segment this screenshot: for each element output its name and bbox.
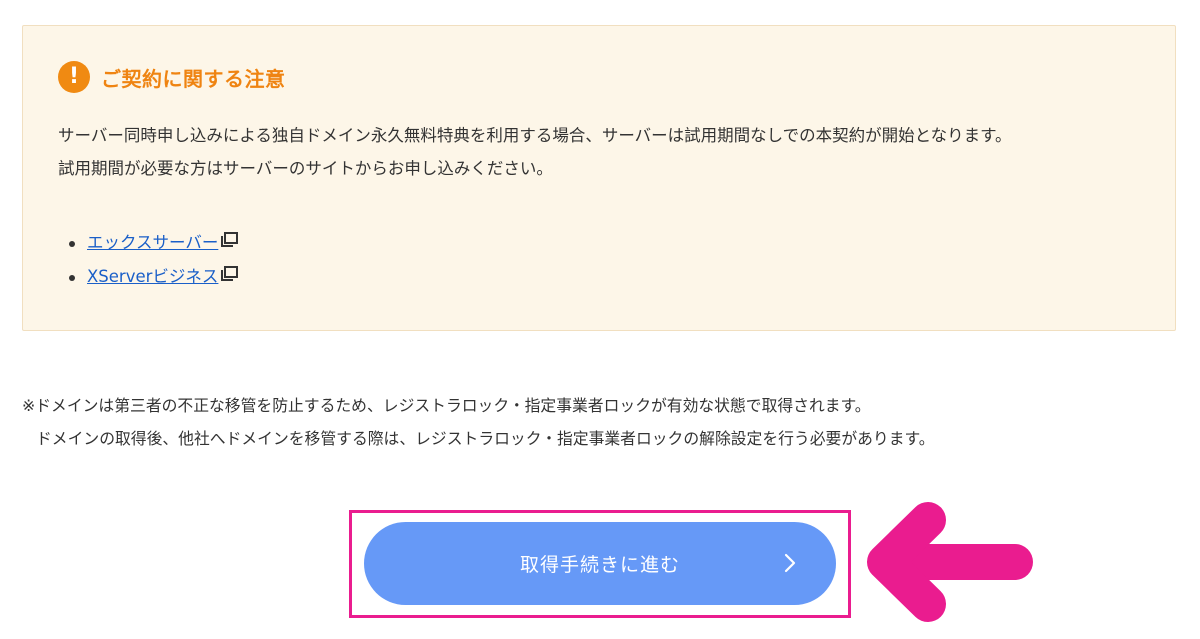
note-line-2: ドメインの取得後、他社へドメインを移管する際は、レジストラロック・指定事業者ロッ… xyxy=(36,429,935,448)
exclamation-icon: ! xyxy=(58,61,90,93)
notice-paragraph-2: 試用期間が必要な方はサーバーのサイトからお申し込みください。 xyxy=(58,159,553,178)
notice-paragraph-1: サーバー同時申し込みによる独自ドメイン永久無料特典を利用する場合、サーバーは試用… xyxy=(58,126,1012,145)
xserver-business-link[interactable]: XServerビジネス xyxy=(87,267,218,286)
notice-body: サーバー同時申し込みによる独自ドメイン永久無料特典を利用する場合、サーバーは試用… xyxy=(58,119,1143,185)
chevron-right-icon xyxy=(784,552,796,579)
domain-lock-note: ※ドメインは第三者の不正な移管を防止するため、レジストラロック・指定事業者ロック… xyxy=(22,389,1182,455)
pointer-arrow-icon xyxy=(860,498,1040,632)
external-link-icon[interactable] xyxy=(221,225,239,259)
external-link-icon[interactable] xyxy=(221,259,239,293)
note-line-1: ※ドメインは第三者の不正な移管を防止するため、レジストラロック・指定事業者ロック… xyxy=(22,396,871,415)
list-item: エックスサーバー xyxy=(65,225,239,260)
list-item: XServerビジネス xyxy=(65,259,239,294)
server-links-list: エックスサーバー XServerビジネス xyxy=(65,225,239,294)
contract-notice-box: ! ご契約に関する注意 サーバー同時申し込みによる独自ドメイン永久無料特典を利用… xyxy=(22,25,1176,331)
notice-header: ! ご契約に関する注意 xyxy=(58,61,286,93)
proceed-button-label: 取得手続きに進む xyxy=(519,554,680,576)
xserver-link[interactable]: エックスサーバー xyxy=(87,233,218,252)
notice-title: ご契約に関する注意 xyxy=(101,66,286,91)
proceed-button[interactable]: 取得手続きに進む xyxy=(364,522,836,605)
